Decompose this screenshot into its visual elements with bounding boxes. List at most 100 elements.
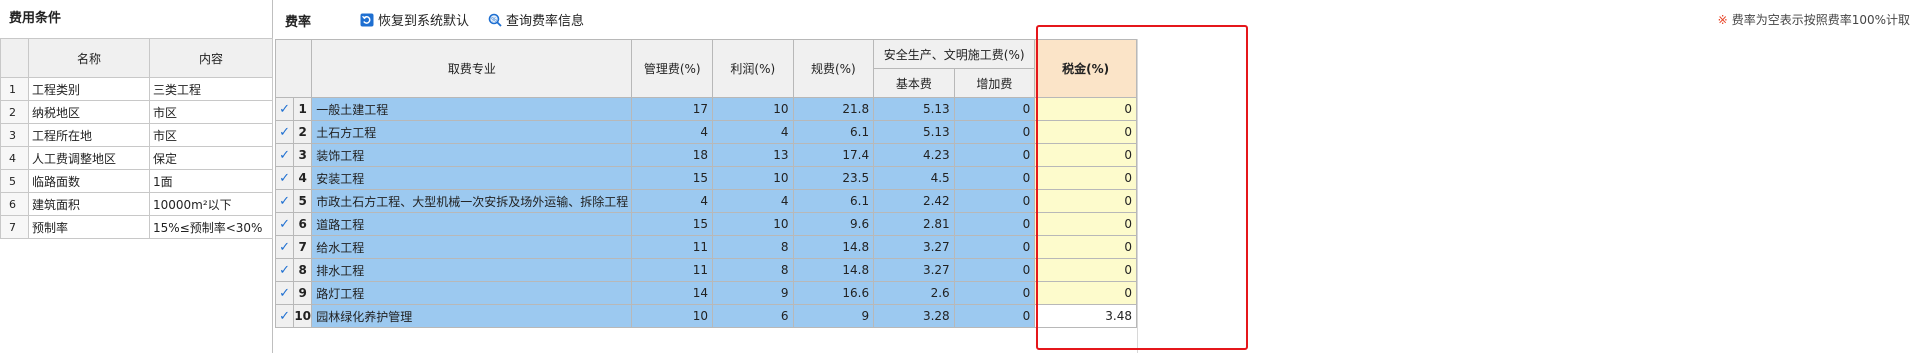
- rate-row[interactable]: ✓ 5 市政土石方工程、大型机械一次安拆及场外运输、拆除工程 4 4 6.1 2.42 0 0: [274, 189, 1137, 213]
- fee-cell[interactable]: 6.1: [792, 189, 875, 213]
- query-rate-button[interactable]: % 查询费率信息: [488, 10, 584, 29]
- rate-row[interactable]: ✓ 3 装饰工程 18 13 17.4 4.23 0 0: [274, 143, 1137, 167]
- tax-cell[interactable]: 0: [1034, 143, 1137, 167]
- condition-value[interactable]: 市区: [149, 100, 273, 124]
- safety-basic-cell[interactable]: 2.81: [873, 212, 955, 236]
- profit-cell[interactable]: 8: [712, 258, 794, 282]
- row-check-icon[interactable]: ✓: [274, 281, 295, 305]
- profit-cell[interactable]: 13: [712, 143, 794, 167]
- mgmt-cell[interactable]: 11: [631, 258, 714, 282]
- mgmt-cell[interactable]: 18: [631, 143, 714, 167]
- row-check-icon[interactable]: ✓: [274, 235, 295, 259]
- tax-cell[interactable]: 0: [1034, 258, 1137, 282]
- row-check-icon[interactable]: ✓: [274, 304, 295, 328]
- condition-value[interactable]: 市区: [149, 123, 273, 147]
- rate-row[interactable]: ✓ 10 园林绿化养护管理 10 6 9 3.28 0 3.48: [274, 304, 1137, 328]
- mgmt-cell[interactable]: 15: [631, 212, 714, 236]
- fee-cell[interactable]: 9.6: [792, 212, 875, 236]
- tax-cell[interactable]: 0: [1034, 166, 1137, 190]
- safety-add-cell[interactable]: 0: [953, 304, 1036, 328]
- tax-cell[interactable]: 0: [1034, 235, 1137, 259]
- fee-cell[interactable]: 17.4: [792, 143, 875, 167]
- specialty-cell[interactable]: 排水工程: [311, 258, 633, 282]
- row-check-icon[interactable]: ✓: [274, 189, 295, 213]
- rate-row[interactable]: ✓ 8 排水工程 11 8 14.8 3.27 0 0: [274, 258, 1137, 282]
- safety-basic-cell[interactable]: 2.42: [873, 189, 955, 213]
- mgmt-cell[interactable]: 14: [631, 281, 714, 305]
- rate-row[interactable]: ✓ 1 一般土建工程 17 10 21.8 5.13 0 0: [274, 97, 1137, 121]
- safety-basic-cell[interactable]: 2.6: [873, 281, 955, 305]
- safety-basic-cell[interactable]: 3.27: [873, 235, 955, 259]
- profit-cell[interactable]: 8: [712, 235, 794, 259]
- tax-cell[interactable]: 0: [1034, 189, 1137, 213]
- restore-default-button[interactable]: 恢复到系统默认: [360, 10, 469, 29]
- rate-row[interactable]: ✓ 6 道路工程 15 10 9.6 2.81 0 0: [274, 212, 1137, 236]
- tax-cell[interactable]: 0: [1034, 97, 1137, 121]
- specialty-cell[interactable]: 装饰工程: [311, 143, 633, 167]
- specialty-cell[interactable]: 一般土建工程: [311, 97, 633, 121]
- specialty-cell[interactable]: 市政土石方工程、大型机械一次安拆及场外运输、拆除工程: [311, 189, 633, 213]
- fee-cell[interactable]: 9: [792, 304, 875, 328]
- condition-row[interactable]: 1 工程类别 三类工程: [0, 77, 273, 101]
- condition-row[interactable]: 4 人工费调整地区 保定: [0, 146, 273, 170]
- safety-basic-cell[interactable]: 4.5: [873, 166, 955, 190]
- row-check-icon[interactable]: ✓: [274, 143, 295, 167]
- mgmt-cell[interactable]: 17: [631, 97, 714, 121]
- fee-cell[interactable]: 16.6: [792, 281, 875, 305]
- mgmt-cell[interactable]: 4: [631, 120, 714, 144]
- safety-add-cell[interactable]: 0: [953, 189, 1036, 213]
- safety-add-cell[interactable]: 0: [953, 120, 1036, 144]
- condition-row[interactable]: 2 纳税地区 市区: [0, 100, 273, 124]
- safety-add-cell[interactable]: 0: [953, 281, 1036, 305]
- rate-row[interactable]: ✓ 9 路灯工程 14 9 16.6 2.6 0 0: [274, 281, 1137, 305]
- specialty-cell[interactable]: 道路工程: [311, 212, 633, 236]
- profit-cell[interactable]: 10: [712, 166, 794, 190]
- row-check-icon[interactable]: ✓: [274, 258, 295, 282]
- safety-basic-cell[interactable]: 4.23: [873, 143, 955, 167]
- mgmt-cell[interactable]: 10: [631, 304, 714, 328]
- safety-basic-cell[interactable]: 5.13: [873, 120, 955, 144]
- mgmt-cell[interactable]: 11: [631, 235, 714, 259]
- safety-add-cell[interactable]: 0: [953, 212, 1036, 236]
- profit-cell[interactable]: 10: [712, 212, 794, 236]
- condition-value[interactable]: 15%≤预制率<30%: [149, 215, 273, 239]
- rate-row[interactable]: ✓ 7 给水工程 11 8 14.8 3.27 0 0: [274, 235, 1137, 259]
- safety-basic-cell[interactable]: 3.28: [873, 304, 955, 328]
- condition-value[interactable]: 三类工程: [149, 77, 273, 101]
- profit-cell[interactable]: 6: [712, 304, 794, 328]
- condition-value[interactable]: 10000m²以下: [149, 192, 273, 216]
- profit-cell[interactable]: 4: [712, 120, 794, 144]
- condition-value[interactable]: 保定: [149, 146, 273, 170]
- fee-cell[interactable]: 14.8: [792, 235, 875, 259]
- condition-row[interactable]: 7 预制率 15%≤预制率<30%: [0, 215, 273, 239]
- row-check-icon[interactable]: ✓: [274, 212, 295, 236]
- safety-basic-cell[interactable]: 3.27: [873, 258, 955, 282]
- specialty-cell[interactable]: 土石方工程: [311, 120, 633, 144]
- tax-cell[interactable]: 0: [1034, 120, 1137, 144]
- row-check-icon[interactable]: ✓: [274, 120, 295, 144]
- safety-basic-cell[interactable]: 5.13: [873, 97, 955, 121]
- safety-add-cell[interactable]: 0: [953, 166, 1036, 190]
- fee-cell[interactable]: 23.5: [792, 166, 875, 190]
- fee-cell[interactable]: 14.8: [792, 258, 875, 282]
- fee-cell[interactable]: 21.8: [792, 97, 875, 121]
- profit-cell[interactable]: 4: [712, 189, 794, 213]
- tax-cell[interactable]: 0: [1034, 281, 1137, 305]
- specialty-cell[interactable]: 园林绿化养护管理: [311, 304, 633, 328]
- safety-add-cell[interactable]: 0: [953, 235, 1036, 259]
- tax-cell[interactable]: 3.48: [1034, 304, 1137, 328]
- rate-row[interactable]: ✓ 4 安装工程 15 10 23.5 4.5 0 0: [274, 166, 1137, 190]
- specialty-cell[interactable]: 路灯工程: [311, 281, 633, 305]
- rate-row[interactable]: ✓ 2 土石方工程 4 4 6.1 5.13 0 0: [274, 120, 1137, 144]
- specialty-cell[interactable]: 给水工程: [311, 235, 633, 259]
- safety-add-cell[interactable]: 0: [953, 143, 1036, 167]
- row-check-icon[interactable]: ✓: [274, 166, 295, 190]
- safety-add-cell[interactable]: 0: [953, 97, 1036, 121]
- condition-row[interactable]: 3 工程所在地 市区: [0, 123, 273, 147]
- condition-row[interactable]: 6 建筑面积 10000m²以下: [0, 192, 273, 216]
- tax-cell[interactable]: 0: [1034, 212, 1137, 236]
- specialty-cell[interactable]: 安装工程: [311, 166, 633, 190]
- row-check-icon[interactable]: ✓: [274, 97, 295, 121]
- safety-add-cell[interactable]: 0: [953, 258, 1036, 282]
- mgmt-cell[interactable]: 4: [631, 189, 714, 213]
